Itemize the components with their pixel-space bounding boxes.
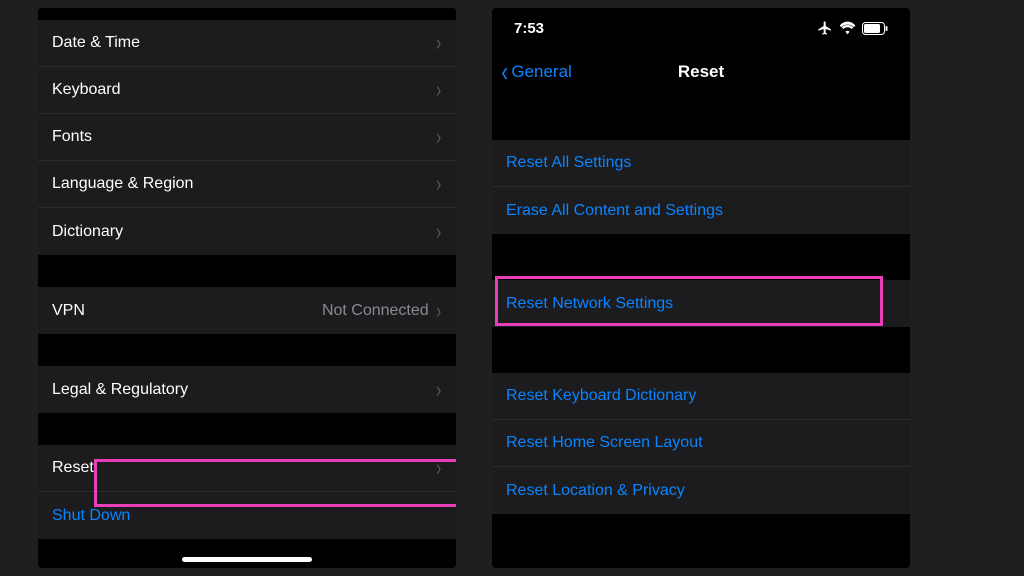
battery-icon <box>862 22 888 35</box>
row-label: Reset Keyboard Dictionary <box>506 387 896 405</box>
settings-group-legal: Legal & Regulatory › <box>38 366 456 413</box>
row-reset-all-settings[interactable]: Reset All Settings <box>492 140 910 187</box>
row-label: Erase All Content and Settings <box>506 202 896 220</box>
row-reset[interactable]: Reset › <box>38 445 456 492</box>
nav-bar: ‹ General Reset <box>492 48 910 96</box>
row-label: Reset Location & Privacy <box>506 482 896 500</box>
reset-group-3: Reset Keyboard Dictionary Reset Home Scr… <box>492 373 910 514</box>
phone-reset-screen: 7:53 ‹ General Reset <box>492 8 910 568</box>
row-label: Keyboard <box>52 81 435 99</box>
row-reset-keyboard-dictionary[interactable]: Reset Keyboard Dictionary <box>492 373 910 420</box>
row-label: VPN <box>52 302 322 320</box>
row-language-region[interactable]: Language & Region › <box>38 161 456 208</box>
status-icons <box>817 20 888 36</box>
row-label: Reset <box>52 459 435 477</box>
row-reset-home-screen-layout[interactable]: Reset Home Screen Layout <box>492 420 910 467</box>
row-label: Reset Home Screen Layout <box>506 434 896 452</box>
wifi-icon <box>839 21 856 35</box>
row-label: Date & Time <box>52 34 435 52</box>
chevron-right-icon: › <box>436 300 441 322</box>
row-value: Not Connected <box>322 302 429 320</box>
row-label: Fonts <box>52 128 435 146</box>
back-label: General <box>511 62 571 82</box>
settings-group-general: Date & Time › Keyboard › Fonts › Languag… <box>38 20 456 255</box>
airplane-mode-icon <box>817 20 833 36</box>
chevron-right-icon: › <box>436 79 441 101</box>
status-bar: 7:53 <box>492 8 910 48</box>
row-reset-network-settings[interactable]: Reset Network Settings <box>492 280 910 327</box>
row-fonts[interactable]: Fonts › <box>38 114 456 161</box>
row-label: Reset Network Settings <box>506 295 896 313</box>
chevron-right-icon: › <box>436 221 441 243</box>
home-indicator[interactable] <box>182 557 312 562</box>
row-dictionary[interactable]: Dictionary › <box>38 208 456 255</box>
settings-group-vpn: VPN Not Connected › <box>38 287 456 334</box>
settings-group-reset: Reset › Shut Down <box>38 445 456 539</box>
row-label: Dictionary <box>52 223 435 241</box>
chevron-right-icon: › <box>436 457 441 479</box>
row-vpn[interactable]: VPN Not Connected › <box>38 287 456 334</box>
reset-group-network: Reset Network Settings <box>492 280 910 327</box>
back-button[interactable]: ‹ General <box>492 58 572 86</box>
chevron-right-icon: › <box>436 126 441 148</box>
row-erase-all-content[interactable]: Erase All Content and Settings <box>492 187 910 234</box>
chevron-left-icon: ‹ <box>501 58 508 86</box>
phone-general-settings: Date & Time › Keyboard › Fonts › Languag… <box>38 8 456 568</box>
chevron-right-icon: › <box>436 379 441 401</box>
chevron-right-icon: › <box>436 173 441 195</box>
row-reset-location-privacy[interactable]: Reset Location & Privacy <box>492 467 910 514</box>
row-label: Language & Region <box>52 175 435 193</box>
row-legal-regulatory[interactable]: Legal & Regulatory › <box>38 366 456 413</box>
status-time: 7:53 <box>514 20 544 37</box>
row-label: Legal & Regulatory <box>52 381 435 399</box>
row-keyboard[interactable]: Keyboard › <box>38 67 456 114</box>
chevron-right-icon: › <box>436 32 441 54</box>
row-label: Reset All Settings <box>506 154 896 172</box>
row-label: Shut Down <box>52 507 442 525</box>
row-date-time[interactable]: Date & Time › <box>38 20 456 67</box>
row-shut-down[interactable]: Shut Down <box>38 492 456 539</box>
reset-group-1: Reset All Settings Erase All Content and… <box>492 140 910 234</box>
